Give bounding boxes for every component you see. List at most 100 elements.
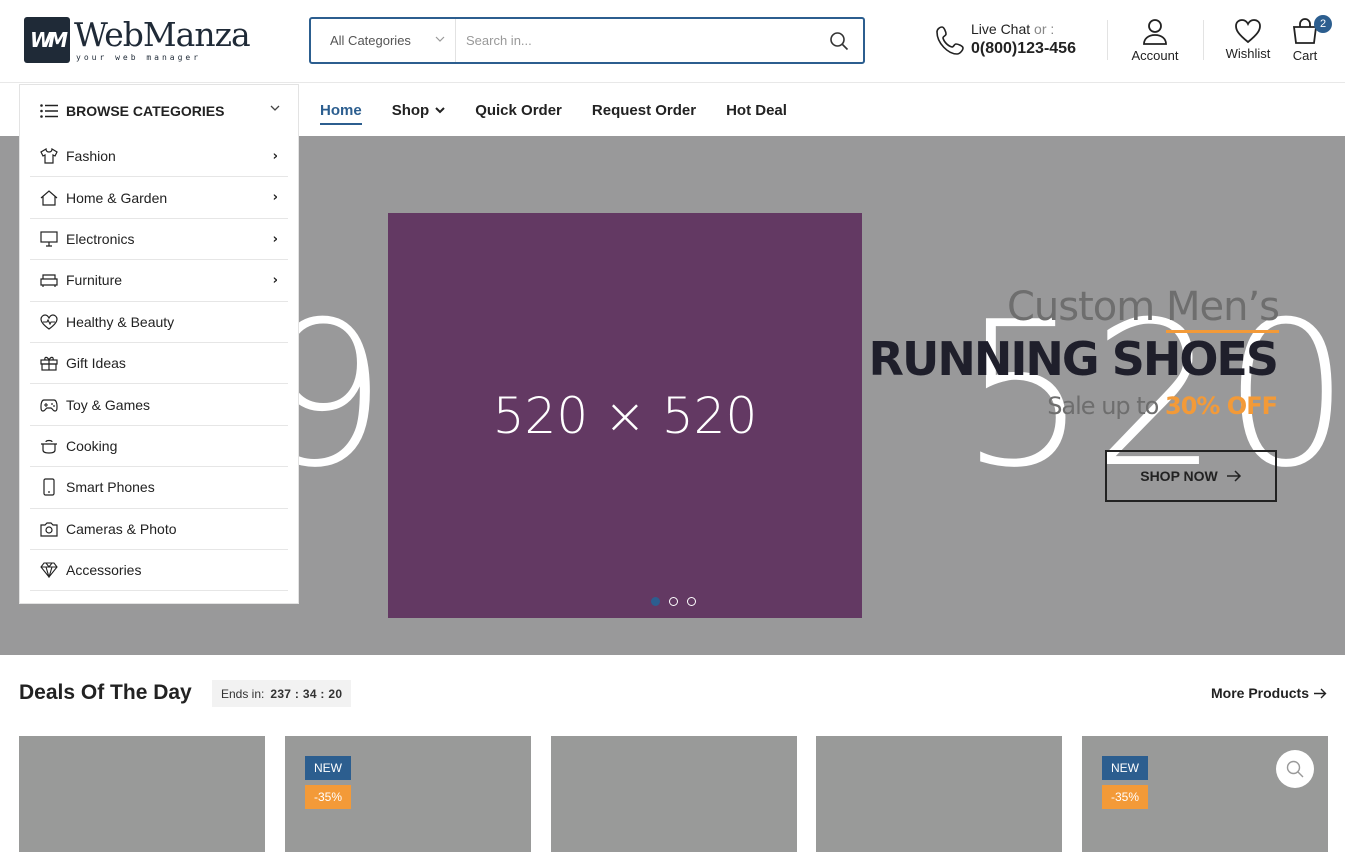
shop-now-button[interactable]: SHOP NOW bbox=[1105, 450, 1277, 502]
live-chat-link[interactable]: Live Chat or : bbox=[971, 21, 1054, 37]
category-toy-games[interactable]: Toy & Games bbox=[30, 384, 288, 426]
phone-icon bbox=[935, 24, 965, 61]
cart-label: Cart bbox=[1292, 48, 1318, 63]
product-card[interactable]: NEW -35% bbox=[285, 736, 531, 852]
category-label: Cameras & Photo bbox=[66, 520, 177, 537]
chevron-right-icon: › bbox=[272, 190, 278, 206]
search-icon bbox=[830, 31, 849, 50]
deals-title: Deals Of The Day bbox=[19, 681, 192, 704]
shop-now-label: SHOP NOW bbox=[1140, 468, 1218, 484]
smartphone-icon bbox=[40, 478, 58, 496]
sofa-icon bbox=[40, 271, 58, 289]
chevron-right-icon: › bbox=[272, 273, 278, 289]
hero-image-label: 520 × 520 bbox=[492, 386, 758, 445]
category-fashion[interactable]: Fashion › bbox=[30, 136, 288, 178]
category-accessories[interactable]: Accessories bbox=[30, 550, 288, 592]
category-healthy-beauty[interactable]: Healthy & Beauty bbox=[30, 302, 288, 343]
hero-title-part2: Men’s bbox=[1165, 284, 1280, 333]
logo-text: WebManza bbox=[74, 15, 251, 54]
contact-or: or : bbox=[1034, 21, 1055, 37]
nav-item-home[interactable]: Home bbox=[320, 101, 362, 125]
chevron-down-icon bbox=[435, 106, 445, 113]
product-card[interactable] bbox=[19, 736, 265, 852]
hero-sale-label: Sale up to bbox=[1047, 392, 1159, 420]
search-button[interactable] bbox=[815, 19, 863, 62]
category-furniture[interactable]: Furniture › bbox=[30, 260, 288, 302]
category-label: Cooking bbox=[66, 437, 118, 454]
logo-tagline: your web manager bbox=[76, 53, 202, 62]
search-input[interactable] bbox=[456, 19, 815, 62]
discount-badge: -35% bbox=[1102, 785, 1149, 809]
slider-dots bbox=[651, 597, 705, 606]
product-card[interactable]: NEW -35% bbox=[1082, 736, 1328, 852]
category-label: Electronics bbox=[66, 230, 135, 247]
cooking-pot-icon bbox=[40, 437, 58, 455]
deals-countdown: Ends in: 237 : 34 : 20 bbox=[212, 680, 352, 707]
search-icon bbox=[1286, 760, 1304, 778]
gamepad-icon bbox=[40, 396, 58, 414]
slider-dot-1[interactable] bbox=[651, 597, 660, 606]
more-products-link[interactable]: More Products bbox=[1211, 685, 1327, 701]
category-menu: Fashion › Home & Garden › Electronics › … bbox=[19, 136, 299, 604]
list-icon bbox=[40, 103, 58, 118]
slider-dot-3[interactable] bbox=[687, 597, 696, 606]
wishlist-label: Wishlist bbox=[1225, 46, 1271, 61]
arrow-right-icon bbox=[1226, 470, 1241, 482]
new-badge: NEW bbox=[305, 756, 351, 780]
category-label: Furniture bbox=[66, 272, 123, 289]
arrow-right-icon bbox=[1314, 688, 1327, 698]
search-category-select[interactable]: All Categories bbox=[311, 19, 456, 62]
quick-view-button[interactable] bbox=[1276, 750, 1314, 788]
category-label: Smart Phones bbox=[66, 479, 155, 496]
category-label: Gift Ideas bbox=[66, 355, 126, 372]
nav-item-hot-deal[interactable]: Hot Deal bbox=[726, 102, 787, 119]
tshirt-icon bbox=[40, 147, 58, 165]
category-label: Healthy & Beauty bbox=[66, 313, 175, 330]
site-logo[interactable]: WM WebManza your web manager bbox=[24, 17, 251, 63]
category-gift-ideas[interactable]: Gift Ideas bbox=[30, 343, 288, 385]
product-card[interactable] bbox=[551, 736, 797, 852]
slider-dot-2[interactable] bbox=[669, 597, 678, 606]
hero-subtitle: Custom Men’s bbox=[1007, 284, 1280, 333]
header-divider bbox=[1107, 20, 1108, 60]
hero-sale-text: Sale up to 30% OFF bbox=[1047, 392, 1278, 420]
category-cooking[interactable]: Cooking bbox=[30, 426, 288, 468]
nav-item-shop[interactable]: Shop bbox=[392, 102, 446, 119]
account-button[interactable]: Account bbox=[1128, 18, 1182, 63]
chevron-down-icon bbox=[270, 105, 280, 111]
wishlist-button[interactable]: Wishlist bbox=[1222, 18, 1274, 61]
main-nav: BROWSE CATEGORIES Home Shop Quick Order … bbox=[0, 84, 1345, 136]
nav-item-request-order[interactable]: Request Order bbox=[592, 102, 696, 119]
camera-icon bbox=[40, 520, 58, 538]
browse-categories-label: BROWSE CATEGORIES bbox=[66, 102, 225, 119]
monitor-icon bbox=[40, 230, 58, 248]
site-header: WM WebManza your web manager All Categor… bbox=[0, 0, 1345, 83]
browse-categories-toggle[interactable]: BROWSE CATEGORIES bbox=[19, 84, 299, 136]
home-icon bbox=[40, 189, 58, 207]
category-smart-phones[interactable]: Smart Phones bbox=[30, 467, 288, 509]
category-home-garden[interactable]: Home & Garden › bbox=[30, 177, 288, 219]
new-badge: NEW bbox=[1102, 756, 1148, 780]
user-icon bbox=[1143, 19, 1167, 45]
category-label: Fashion bbox=[66, 148, 116, 165]
search-category-value: All Categories bbox=[330, 33, 411, 48]
hero-title: RUNNING SHOES bbox=[868, 332, 1279, 386]
account-label: Account bbox=[1131, 48, 1179, 63]
live-chat-label: Live Chat bbox=[971, 21, 1031, 37]
nav-item-label: Shop bbox=[391, 101, 430, 119]
contact-phone[interactable]: 0(800)123-456 bbox=[971, 40, 1076, 58]
product-card[interactable] bbox=[816, 736, 1062, 852]
nav-item-label: Home bbox=[320, 101, 362, 119]
logo-mark: WM bbox=[24, 17, 70, 63]
heart-icon bbox=[1235, 19, 1261, 44]
nav-item-label: Request Order bbox=[591, 101, 697, 119]
nav-item-quick-order[interactable]: Quick Order bbox=[475, 102, 562, 119]
contact-info: Live Chat or : 0(800)123-456 bbox=[935, 20, 1095, 62]
cart-button[interactable]: Cart 2 bbox=[1290, 15, 1332, 63]
chevron-down-icon bbox=[435, 33, 445, 45]
category-electronics[interactable]: Electronics › bbox=[30, 219, 288, 261]
nav-menu: Home Shop Quick Order Request Order Hot … bbox=[320, 84, 817, 136]
header-divider bbox=[1203, 20, 1204, 60]
category-cameras-photo[interactable]: Cameras & Photo bbox=[30, 509, 288, 550]
search-bar: All Categories bbox=[309, 17, 865, 64]
